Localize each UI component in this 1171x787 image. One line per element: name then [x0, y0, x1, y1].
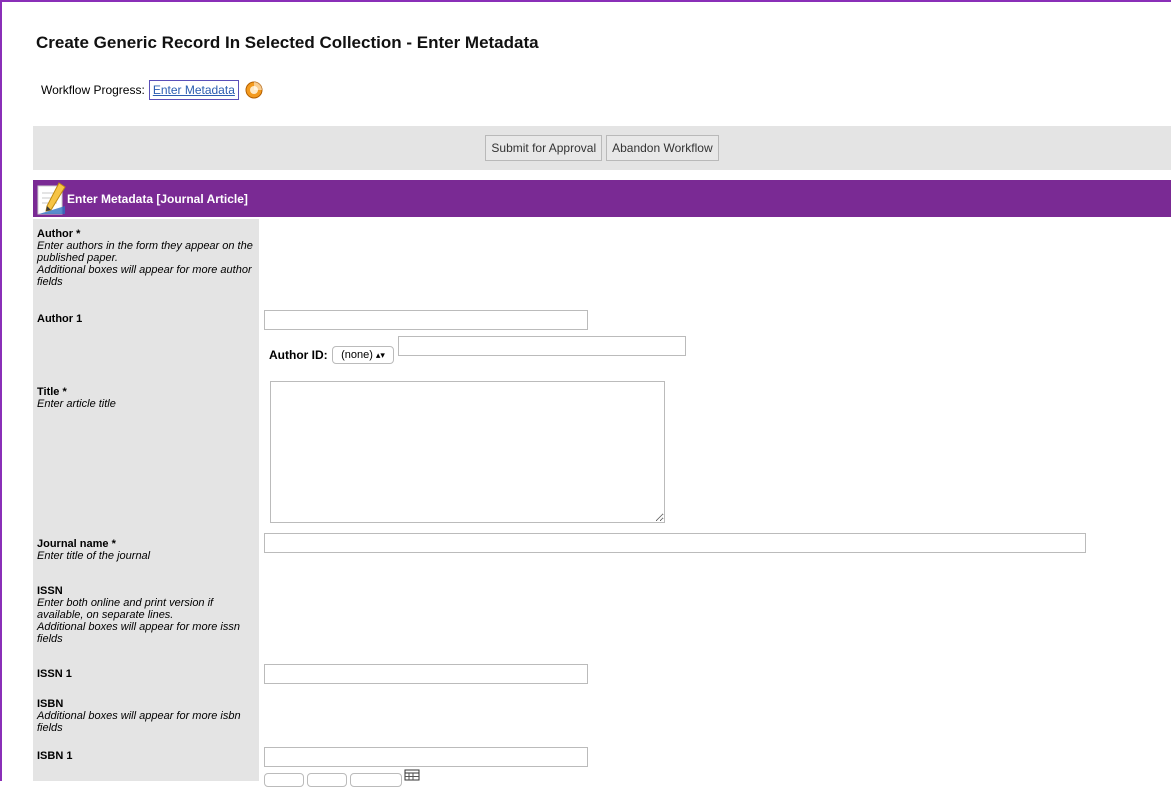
author-help-2: Additional boxes will appear for more au… [37, 264, 252, 288]
workflow-progress-label: Workflow Progress: [41, 83, 145, 97]
chevron-updown-icon: ▴▾ [375, 349, 385, 360]
issn1-input[interactable] [264, 664, 588, 684]
issn-label-block: ISSN Enter both online and print version… [37, 585, 255, 645]
title-textarea[interactable] [270, 381, 665, 523]
author-label: Author * [37, 228, 81, 240]
journal-label: Journal name * [37, 538, 116, 550]
workflow-step-link[interactable]: Enter Metadata [148, 80, 239, 100]
journal-help: Enter title of the journal [37, 550, 151, 562]
title-label: Title * [37, 386, 67, 398]
pencil-icon [37, 182, 66, 215]
author-id-select[interactable]: (none) ▴▾ [332, 346, 394, 364]
date-month-select[interactable] [307, 773, 347, 787]
progress-bullet-icon [245, 81, 263, 99]
isbn-label-block: ISBN Additional boxes will appear for mo… [37, 698, 255, 734]
label-column [33, 219, 259, 781]
isbn1-input[interactable] [264, 747, 588, 767]
date-year-select[interactable] [350, 773, 402, 787]
issn1-label: ISSN 1 [37, 668, 72, 680]
journal-name-input[interactable] [264, 533, 1086, 553]
journal-label-block: Journal name * Enter title of the journa… [37, 538, 255, 562]
section-header: Enter Metadata [Journal Article] [33, 180, 1171, 217]
author-id-input[interactable] [398, 336, 686, 356]
author-id-selected: (none) [341, 349, 373, 361]
issn1-label-block: ISSN 1 [37, 668, 255, 680]
author-help-1: Enter authors in the form they appear on… [37, 240, 253, 264]
issn-label: ISSN [37, 585, 63, 597]
author1-label: Author 1 [37, 313, 83, 325]
submit-for-approval-button[interactable]: Submit for Approval [485, 135, 603, 161]
abandon-workflow-button[interactable]: Abandon Workflow [606, 135, 719, 161]
issn-help-1: Enter both online and print version if a… [37, 597, 214, 621]
isbn-label: ISBN [37, 698, 64, 710]
title-label-block: Title * Enter article title [37, 386, 255, 410]
date-day-select[interactable] [264, 773, 304, 787]
issn-help-2: Additional boxes will appear for more is… [37, 621, 240, 645]
isbn1-label: ISBN 1 [37, 750, 73, 762]
author-id-label: Author ID: [269, 348, 328, 362]
section-title: Enter Metadata [Journal Article] [67, 191, 248, 206]
isbn-help: Additional boxes will appear for more is… [37, 710, 241, 734]
calendar-icon[interactable] [404, 769, 420, 781]
author-label-block: Author * Enter authors in the form they … [37, 228, 255, 288]
action-toolbar: Submit for Approval Abandon Workflow [33, 126, 1171, 170]
workflow-progress: Workflow Progress: Enter Metadata [41, 80, 263, 100]
page-title: Create Generic Record In Selected Collec… [36, 33, 539, 52]
author1-label-block: Author 1 [37, 313, 255, 325]
isbn1-label-block: ISBN 1 [37, 750, 255, 762]
title-help: Enter article title [37, 398, 116, 410]
author1-input[interactable] [264, 310, 588, 330]
